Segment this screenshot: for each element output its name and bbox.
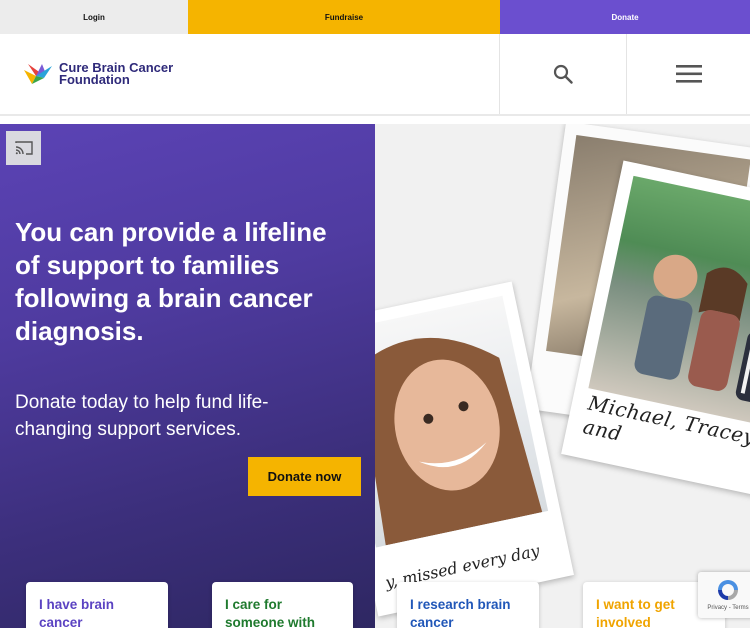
donate-link[interactable]: Donate [500, 0, 750, 34]
search-icon [553, 64, 573, 84]
hamburger-menu-icon [675, 65, 702, 83]
logo-text: Cure Brain Cancer Foundation [59, 61, 173, 87]
family-photo-illustration [634, 254, 750, 405]
woman-photo-illustration [375, 337, 543, 546]
cast-icon [14, 141, 33, 155]
logo[interactable]: Cure Brain Cancer Foundation [22, 60, 173, 88]
card-care-for-someone[interactable]: I care for someone with [212, 582, 353, 628]
search-button[interactable] [499, 34, 626, 114]
hero-panel: You can provide a lifeline of support to… [0, 124, 375, 628]
woman-photo [375, 295, 549, 548]
bird-logo-icon [24, 64, 52, 84]
hero-title: You can provide a lifeline of support to… [15, 217, 327, 346]
recaptcha-links[interactable]: Privacy - Terms [707, 605, 748, 611]
card-research-brain-cancer[interactable]: I research brain cancer [397, 582, 539, 628]
family-photo [588, 175, 750, 427]
hero-photo-collage: Michael, Tracey and y, missed every day [375, 124, 750, 628]
menu-button[interactable] [626, 34, 750, 114]
login-link[interactable]: Login [0, 0, 188, 34]
recaptcha-badge[interactable]: Privacy - Terms [698, 572, 750, 618]
recaptcha-icon [718, 580, 738, 600]
card-have-brain-cancer[interactable]: I have brain cancer [26, 582, 168, 628]
fundraise-link[interactable]: Fundraise [188, 0, 500, 34]
hero-section: You can provide a lifeline of support to… [0, 124, 750, 628]
cast-button[interactable] [6, 131, 41, 165]
site-header: Cure Brain Cancer Foundation [0, 34, 750, 116]
donate-now-button[interactable]: Donate now [248, 457, 361, 496]
logo-line-2: Foundation [59, 72, 130, 87]
utility-bar: Login Fundraise Donate [0, 0, 750, 34]
hero-subtitle: Donate today to help fund life-changing … [15, 392, 269, 440]
